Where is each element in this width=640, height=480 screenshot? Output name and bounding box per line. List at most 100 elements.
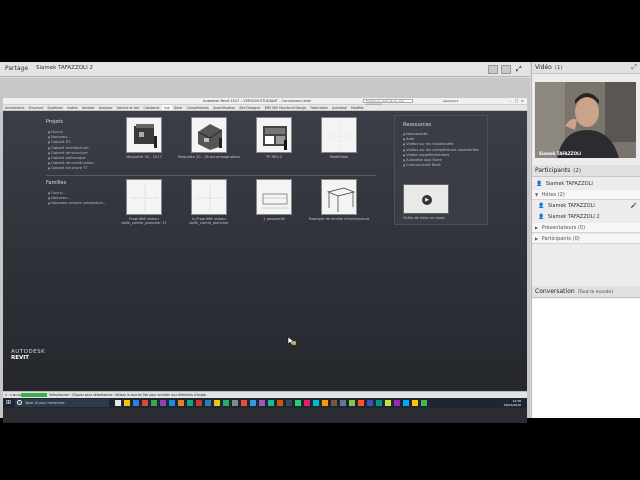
taskbar-app-icon[interactable] — [331, 400, 337, 406]
taskbar-app-icon[interactable] — [160, 400, 166, 406]
taskbar-app-icon[interactable] — [205, 400, 211, 406]
recent-file-thumbnail[interactable]: TP REV-2 — [239, 117, 309, 159]
start-page-link[interactable]: Communauté Revit — [403, 163, 479, 168]
participant-video[interactable]: Siamek TAFAZZOLI — [535, 82, 636, 158]
recent-file-thumbnail[interactable]: 1 passerelle — [239, 179, 309, 221]
fullscreen-icon[interactable]: ⤢ — [516, 65, 526, 74]
layout-toggle-icon[interactable] — [488, 65, 498, 74]
play-icon[interactable]: ▶ — [422, 195, 432, 205]
ribbon-tab[interactable]: Modifier — [349, 105, 366, 110]
revit-titlebar: Autodesk Revit 2017 – VERSION ÉTUDIANT –… — [3, 98, 527, 106]
taskbar-app-icon[interactable] — [286, 400, 292, 406]
taskbar-app-icon[interactable] — [295, 400, 301, 406]
close-icon[interactable]: × — [520, 99, 525, 103]
presenters-group[interactable]: ▶ Présentateurs (0) — [532, 223, 640, 233]
video-panel-header[interactable]: Vidéo (1) ⤢ — [532, 62, 640, 74]
taskbar-app-icon[interactable] — [304, 400, 310, 406]
taskbar-app-icon[interactable] — [115, 400, 121, 406]
ribbon-tab[interactable]: Collaborer — [141, 105, 161, 110]
minimize-icon[interactable]: – — [508, 99, 513, 103]
taskbar-app-icon[interactable] — [178, 400, 184, 406]
taskbar-search-input[interactable]: Taper ici pour rechercher — [15, 399, 109, 407]
ribbon-tab[interactable]: Annoter — [80, 105, 97, 110]
conversation-panel-header[interactable]: Conversation (Tout le monde) — [532, 286, 640, 298]
taskbar-app-icon[interactable] — [187, 400, 193, 406]
taskbar-app-icon[interactable] — [169, 400, 175, 406]
taskbar-app-icon[interactable] — [268, 400, 274, 406]
taskbar-app-icon[interactable] — [151, 400, 157, 406]
conversation-panel-title: Conversation (Tout le monde) — [535, 288, 614, 295]
taskbar-app-icon[interactable] — [376, 400, 382, 406]
file-caption: Modifiable — [329, 155, 349, 159]
conversation-messages[interactable] — [532, 299, 640, 418]
recent-file-thumbnail[interactable]: Exemple de famille d'architecture — [304, 179, 374, 221]
taskbar-app-icon[interactable] — [124, 400, 130, 406]
recent-file-thumbnail[interactable]: b_Propriété niveau dalle_contre_plancher — [174, 179, 244, 226]
taskbar-app-icon[interactable] — [142, 400, 148, 406]
participant-me[interactable]: 👤 Siamek TAFAZZOLI — [532, 179, 640, 189]
recent-file-thumbnail[interactable]: Modifiable — [304, 117, 374, 159]
participants-group[interactable]: ▶ Participants (0) — [532, 234, 640, 244]
maximize-icon[interactable]: □ — [514, 99, 519, 103]
ribbon-tab[interactable]: Compléments — [185, 105, 211, 110]
search-icon — [17, 400, 22, 405]
taskbar-app-icon[interactable] — [313, 400, 319, 406]
view-options-icon[interactable] — [501, 65, 511, 74]
taskbar-app-icon[interactable] — [133, 400, 139, 406]
taskbar-app-icon[interactable] — [250, 400, 256, 406]
host-user-icon: 👤 — [538, 214, 545, 220]
ribbon-tab[interactable]: Quantification — [211, 105, 237, 110]
taskbar-app-icon[interactable] — [394, 400, 400, 406]
ribbon-tab[interactable]: Site Designer — [237, 105, 262, 110]
expand-icon[interactable]: ⤢ — [631, 63, 637, 72]
taskbar-app-icon[interactable] — [277, 400, 283, 406]
microphone-icon[interactable]: 🎤 — [631, 201, 637, 211]
getting-started-video-caption[interactable]: Vidéo de mise en route — [403, 216, 445, 220]
families-links: Ouvrir...Nouveau...Nouveau volume concep… — [48, 191, 106, 207]
ribbon-tab[interactable]: BIM 360 Structural Design — [263, 105, 309, 110]
taskbar-app-icon[interactable] — [340, 400, 346, 406]
host-item[interactable]: 👤 Siamek TAFAZZOLI 🎤 — [532, 201, 640, 211]
hosts-group[interactable]: ▼ Hôtes (2) — [532, 190, 640, 200]
taskbar-app-icon[interactable] — [403, 400, 409, 406]
participants-panel-header[interactable]: Participants (2) — [532, 165, 640, 177]
taskbar-app-icon[interactable] — [241, 400, 247, 406]
taskbar-app-icon[interactable] — [349, 400, 355, 406]
taskbar-app-icon[interactable] — [196, 400, 202, 406]
ribbon-tab[interactable]: Systèmes — [45, 105, 65, 110]
taskbar-app-icon[interactable] — [322, 400, 328, 406]
getting-started-video-thumbnail[interactable]: ▶ — [403, 184, 449, 214]
revit-user-menu[interactable]: siamek9 ▾ — [443, 99, 458, 103]
taskbar-app-icon[interactable] — [214, 400, 220, 406]
host-item[interactable]: 👤 Siamek TAFAZZOLI 2 — [532, 212, 640, 222]
ribbon-tab[interactable]: Structure — [27, 105, 46, 110]
taskbar-app-icon[interactable] — [358, 400, 364, 406]
windows-start-icon[interactable]: ⊞ — [6, 400, 11, 406]
ribbon-tab[interactable]: Gérer — [172, 105, 185, 110]
ribbon-tab[interactable]: Vue — [161, 105, 172, 110]
file-caption: TP REV-2 — [265, 155, 283, 159]
ribbon-tab[interactable]: Insérer — [65, 105, 80, 110]
ribbon-tab[interactable]: Fabrication — [309, 105, 331, 110]
ribbon-tab[interactable]: Autodesk — [330, 105, 349, 110]
taskbar-app-icon[interactable] — [232, 400, 238, 406]
ribbon-tab[interactable]: Architecture — [3, 105, 27, 110]
start-page-link[interactable]: Gabarit structure TT — [48, 166, 94, 171]
revit-search-input[interactable]: Entrez un mot-clé ou une expression — [363, 99, 413, 106]
taskbar-app-icon[interactable] — [412, 400, 418, 406]
taskbar-app-icon[interactable] — [385, 400, 391, 406]
shared-screen-area: Autodesk Revit 2017 – VERSION ÉTUDIANT –… — [0, 78, 530, 423]
ribbon-tab[interactable]: Volume et site — [115, 105, 142, 110]
recent-file-thumbnail[interactable]: Maquette 30 - 2017 — [109, 117, 179, 159]
taskbar-app-icon[interactable] — [421, 400, 427, 406]
status-progress-indicator — [21, 393, 47, 397]
taskbar-app-icon[interactable] — [367, 400, 373, 406]
taskbar-app-icon[interactable] — [259, 400, 265, 406]
revit-start-page: Projets Ouvrir...Nouveau...Gabarit BT...… — [3, 111, 527, 391]
start-page-link[interactable]: Nouveau volume conceptuel... — [48, 201, 106, 206]
recent-file-thumbnail[interactable]: Propriété niveau dalle_contre_plancher 1… — [109, 179, 179, 226]
recent-file-thumbnail[interactable]: Maquette 20 - 18 accompagnateur — [174, 117, 244, 159]
ribbon-tab[interactable]: Analyser — [97, 105, 115, 110]
taskbar-app-icon[interactable] — [223, 400, 229, 406]
system-clock[interactable]: 14:38 26/03/2020 — [504, 399, 521, 407]
